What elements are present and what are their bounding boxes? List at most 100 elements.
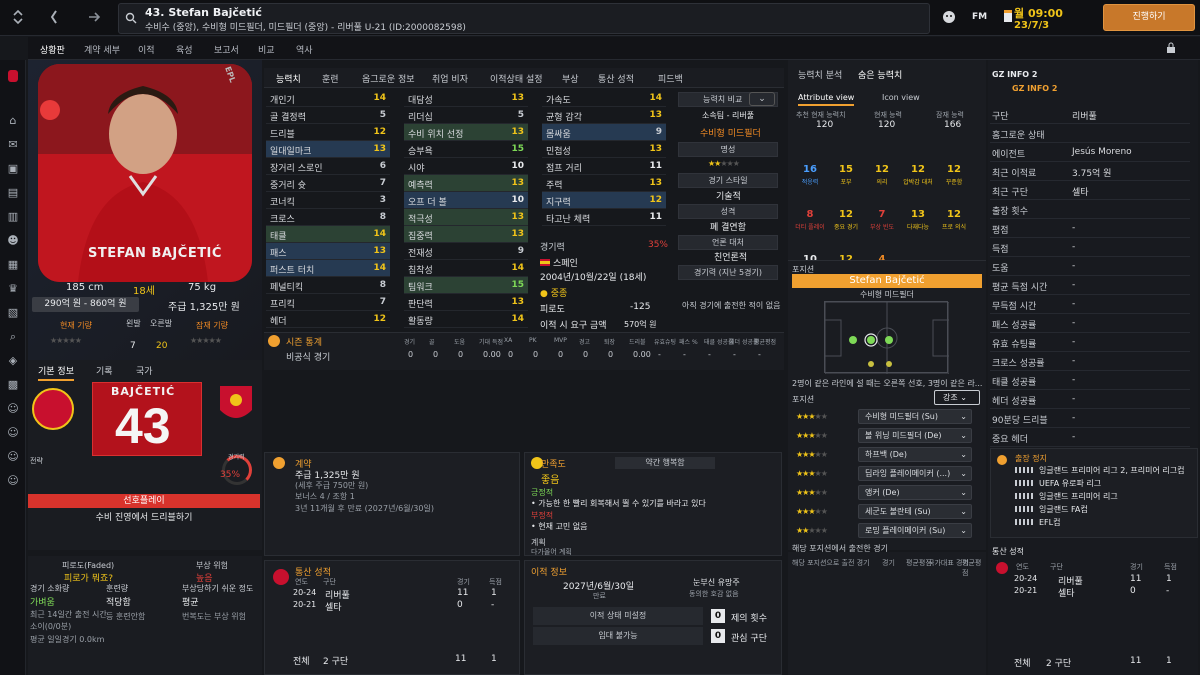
attribute-row[interactable]: 헤더 12 xyxy=(266,311,390,328)
attribute-row[interactable]: 프리킥 7 xyxy=(266,294,390,311)
subnav-contract[interactable]: 계약 세부 xyxy=(84,43,120,56)
tab-homegrown[interactable]: 옵그로운 정보 xyxy=(362,72,415,85)
attribute-row[interactable]: 중거리 슛 7 xyxy=(266,175,390,192)
transfer-title[interactable]: 이적 정보 xyxy=(531,565,567,578)
competitions-title[interactable]: 출장 정지 xyxy=(1015,453,1047,464)
continue-button[interactable]: 진행하기 xyxy=(1103,4,1195,31)
attribute-row[interactable]: 페널티킥 8 xyxy=(266,277,390,294)
club-crest-icon[interactable] xyxy=(6,68,20,82)
attribute-row[interactable]: 판단력 13 xyxy=(404,294,528,311)
data-icon[interactable]: ▥ xyxy=(6,210,20,224)
tab-injuries[interactable]: 부상 xyxy=(562,72,579,85)
finance-icon[interactable]: ▩ xyxy=(6,378,20,392)
subnav-history[interactable]: 역사 xyxy=(296,43,313,56)
attribute-row[interactable]: 예측력 13 xyxy=(404,175,528,192)
attribute-row[interactable]: 주력 13 xyxy=(542,175,666,192)
position-role-dropdown[interactable]: 하프백 (De) ⌄ xyxy=(858,447,972,462)
position-role-dropdown[interactable]: 세군도 볼란테 (Su) ⌄ xyxy=(858,504,972,519)
attribute-row[interactable]: 점프 거리 11 xyxy=(542,158,666,175)
icon-view-toggle[interactable]: Icon view xyxy=(882,93,920,102)
attribute-row[interactable]: 시야 10 xyxy=(404,158,528,175)
people-icon[interactable]: ☻ xyxy=(6,234,20,248)
competition-item[interactable]: 잉글랜드 FA컵 xyxy=(1015,504,1088,515)
scout-icon[interactable]: ⌕ xyxy=(6,330,20,344)
gz-career-row-2-club[interactable]: 셀타 xyxy=(1058,586,1075,599)
attribute-row[interactable]: 활동량 14 xyxy=(404,311,528,328)
chevron-down-icon[interactable]: ⌄ xyxy=(749,92,775,106)
home-icon[interactable]: ⌂ xyxy=(6,114,20,128)
tab-training[interactable]: 훈련 xyxy=(322,72,339,85)
attribute-row[interactable]: 균형 감각 13 xyxy=(542,107,666,124)
position-role-dropdown[interactable]: 앵커 (De) ⌄ xyxy=(858,485,972,500)
attribute-row[interactable]: 드리블 12 xyxy=(266,124,390,141)
attribute-row[interactable]: 일대일마크 13 xyxy=(266,141,390,158)
calendar-icon[interactable]: ▦ xyxy=(6,258,20,272)
calendar-icon[interactable] xyxy=(1002,6,1014,28)
attribute-row[interactable]: 가속도 14 xyxy=(542,90,666,107)
tab-work-permit[interactable]: 취업 비자 xyxy=(432,72,468,85)
staff-icon[interactable]: ☺ xyxy=(6,402,20,416)
attribute-row[interactable]: 승부욕 15 xyxy=(404,141,528,158)
attribute-row[interactable]: 패스 13 xyxy=(266,243,390,260)
attribute-row[interactable]: 코너킥 3 xyxy=(266,192,390,209)
menu-icon[interactable] xyxy=(10,7,26,27)
attribute-row[interactable]: 리더십 5 xyxy=(404,107,528,124)
tab-transfer-status[interactable]: 이적상태 설정 xyxy=(490,72,543,85)
tab-basic-info[interactable]: 기본 정보 xyxy=(38,364,74,381)
tab-nation[interactable]: 국가 xyxy=(136,364,153,377)
subnav-transfer[interactable]: 이적 xyxy=(138,43,155,56)
attribute-row[interactable]: 장거리 스로인 6 xyxy=(266,158,390,175)
attribute-row[interactable]: 집중력 13 xyxy=(404,226,528,243)
morale-title[interactable]: 만족도 xyxy=(541,457,566,470)
attribute-row[interactable]: 퍼스트 터치 14 xyxy=(266,260,390,277)
lock-icon[interactable] xyxy=(1166,42,1176,57)
search-icon[interactable] xyxy=(125,12,137,27)
attribute-row[interactable]: 지구력 12 xyxy=(542,192,666,209)
career-row-2-club[interactable]: 셀타 xyxy=(325,600,342,613)
stats-icon[interactable]: ▧ xyxy=(6,306,20,320)
subnav-reports[interactable]: 보고서 xyxy=(214,43,239,56)
tactics-icon[interactable]: ▤ xyxy=(6,186,20,200)
attribute-row[interactable]: 골 결정력 5 xyxy=(266,107,390,124)
attribute-row[interactable]: 팀워크 15 xyxy=(404,277,528,294)
position-role-dropdown[interactable]: 볼 위닝 미드필더 (De) ⌄ xyxy=(858,428,972,443)
shield-icon[interactable]: ◈ xyxy=(6,354,20,368)
attribute-view-toggle[interactable]: Attribute view xyxy=(798,93,855,106)
position-role-dropdown[interactable]: 딥라잉 플레이메이커 (...) ⌄ xyxy=(858,466,972,481)
competition-item[interactable]: 잉글랜드 프리미어 리그 2, 프리미어 리그컵 xyxy=(1015,465,1184,476)
subnav-development[interactable]: 육성 xyxy=(176,43,193,56)
tab-career-stats[interactable]: 통산 성적 xyxy=(598,72,634,85)
chevron-left-icon[interactable] xyxy=(46,8,62,28)
attribute-row[interactable]: 타고난 체력 11 xyxy=(542,209,666,226)
tab-hidden-attributes[interactable]: 숨은 능력치 xyxy=(858,68,902,81)
position-filter-dropdown[interactable]: 강조 ⌄ xyxy=(934,390,980,405)
lion-icon[interactable] xyxy=(940,9,958,27)
staff2-icon[interactable]: ☺ xyxy=(6,426,20,440)
gz-subtitle[interactable]: GZ INFO 2 xyxy=(1012,84,1057,93)
inbox-icon[interactable]: ✉ xyxy=(6,138,20,152)
attribute-row[interactable]: 오프 더 볼 10 xyxy=(404,192,528,209)
attribute-row[interactable]: 개인기 14 xyxy=(266,90,390,107)
attribute-row[interactable]: 몸싸움 9 xyxy=(542,124,666,141)
attribute-row[interactable]: 침착성 14 xyxy=(404,260,528,277)
attribute-row[interactable]: 적극성 13 xyxy=(404,209,528,226)
attribute-row[interactable]: 크로스 8 xyxy=(266,209,390,226)
attribute-row[interactable]: 수비 위치 선정 13 xyxy=(404,124,528,141)
staff4-icon[interactable]: ☺ xyxy=(6,474,20,488)
tab-attributes[interactable]: 능력치 xyxy=(276,72,301,85)
arrow-right-icon[interactable] xyxy=(86,8,102,28)
shirt-icon[interactable]: ▣ xyxy=(6,162,20,176)
tab-feedback[interactable]: 피드백 xyxy=(658,72,683,85)
attribute-row[interactable]: 민첩성 13 xyxy=(542,141,666,158)
staff3-icon[interactable]: ☺ xyxy=(6,450,20,464)
competition-item[interactable]: 잉글랜드 프리미어 리그 xyxy=(1015,491,1118,502)
position-role-dropdown[interactable]: 수비형 미드필더 (Su) ⌄ xyxy=(858,409,972,424)
position-role-dropdown[interactable]: 로밍 플레이메이커 (Su) ⌄ xyxy=(858,523,972,538)
attribute-row[interactable]: 전재성 9 xyxy=(404,243,528,260)
subnav-compare[interactable]: 비교 xyxy=(258,43,275,56)
trophy-icon[interactable]: ♛ xyxy=(6,282,20,296)
tab-attribute-analysis[interactable]: 능력치 분석 xyxy=(798,68,842,81)
season-stats-title[interactable]: 시즌 통계 xyxy=(286,335,322,348)
competition-item[interactable]: EFL컵 xyxy=(1015,517,1060,528)
tab-records[interactable]: 기록 xyxy=(96,364,113,377)
